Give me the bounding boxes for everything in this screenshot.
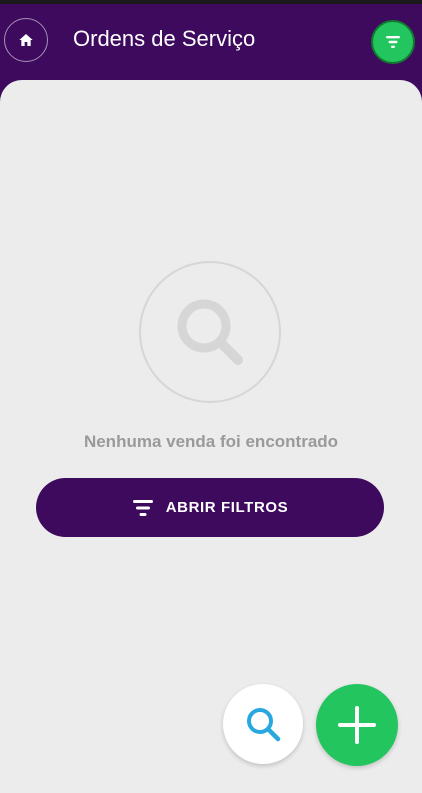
- home-button[interactable]: [4, 18, 48, 62]
- open-filters-button[interactable]: ABRIR FILTROS: [36, 478, 384, 537]
- add-fab[interactable]: [316, 684, 398, 766]
- search-fab[interactable]: [223, 684, 303, 764]
- page-title: Ordens de Serviço: [73, 26, 256, 51]
- filter-icon: [386, 36, 400, 48]
- filter-button[interactable]: [371, 20, 415, 64]
- app-header: Ordens de Serviço: [0, 4, 422, 80]
- search-icon: [177, 299, 243, 365]
- plus-icon: [338, 706, 376, 744]
- main-content: Nenhuma venda foi encontrado ABRIR FILTR…: [0, 80, 422, 793]
- open-filters-label: ABRIR FILTROS: [165, 499, 289, 516]
- home-icon: [19, 34, 33, 46]
- search-icon: [247, 708, 281, 742]
- empty-state-message: Nenhuma venda foi encontrado: [83, 432, 339, 451]
- empty-state-illustration: [139, 261, 281, 403]
- filter-icon: [132, 499, 153, 516]
